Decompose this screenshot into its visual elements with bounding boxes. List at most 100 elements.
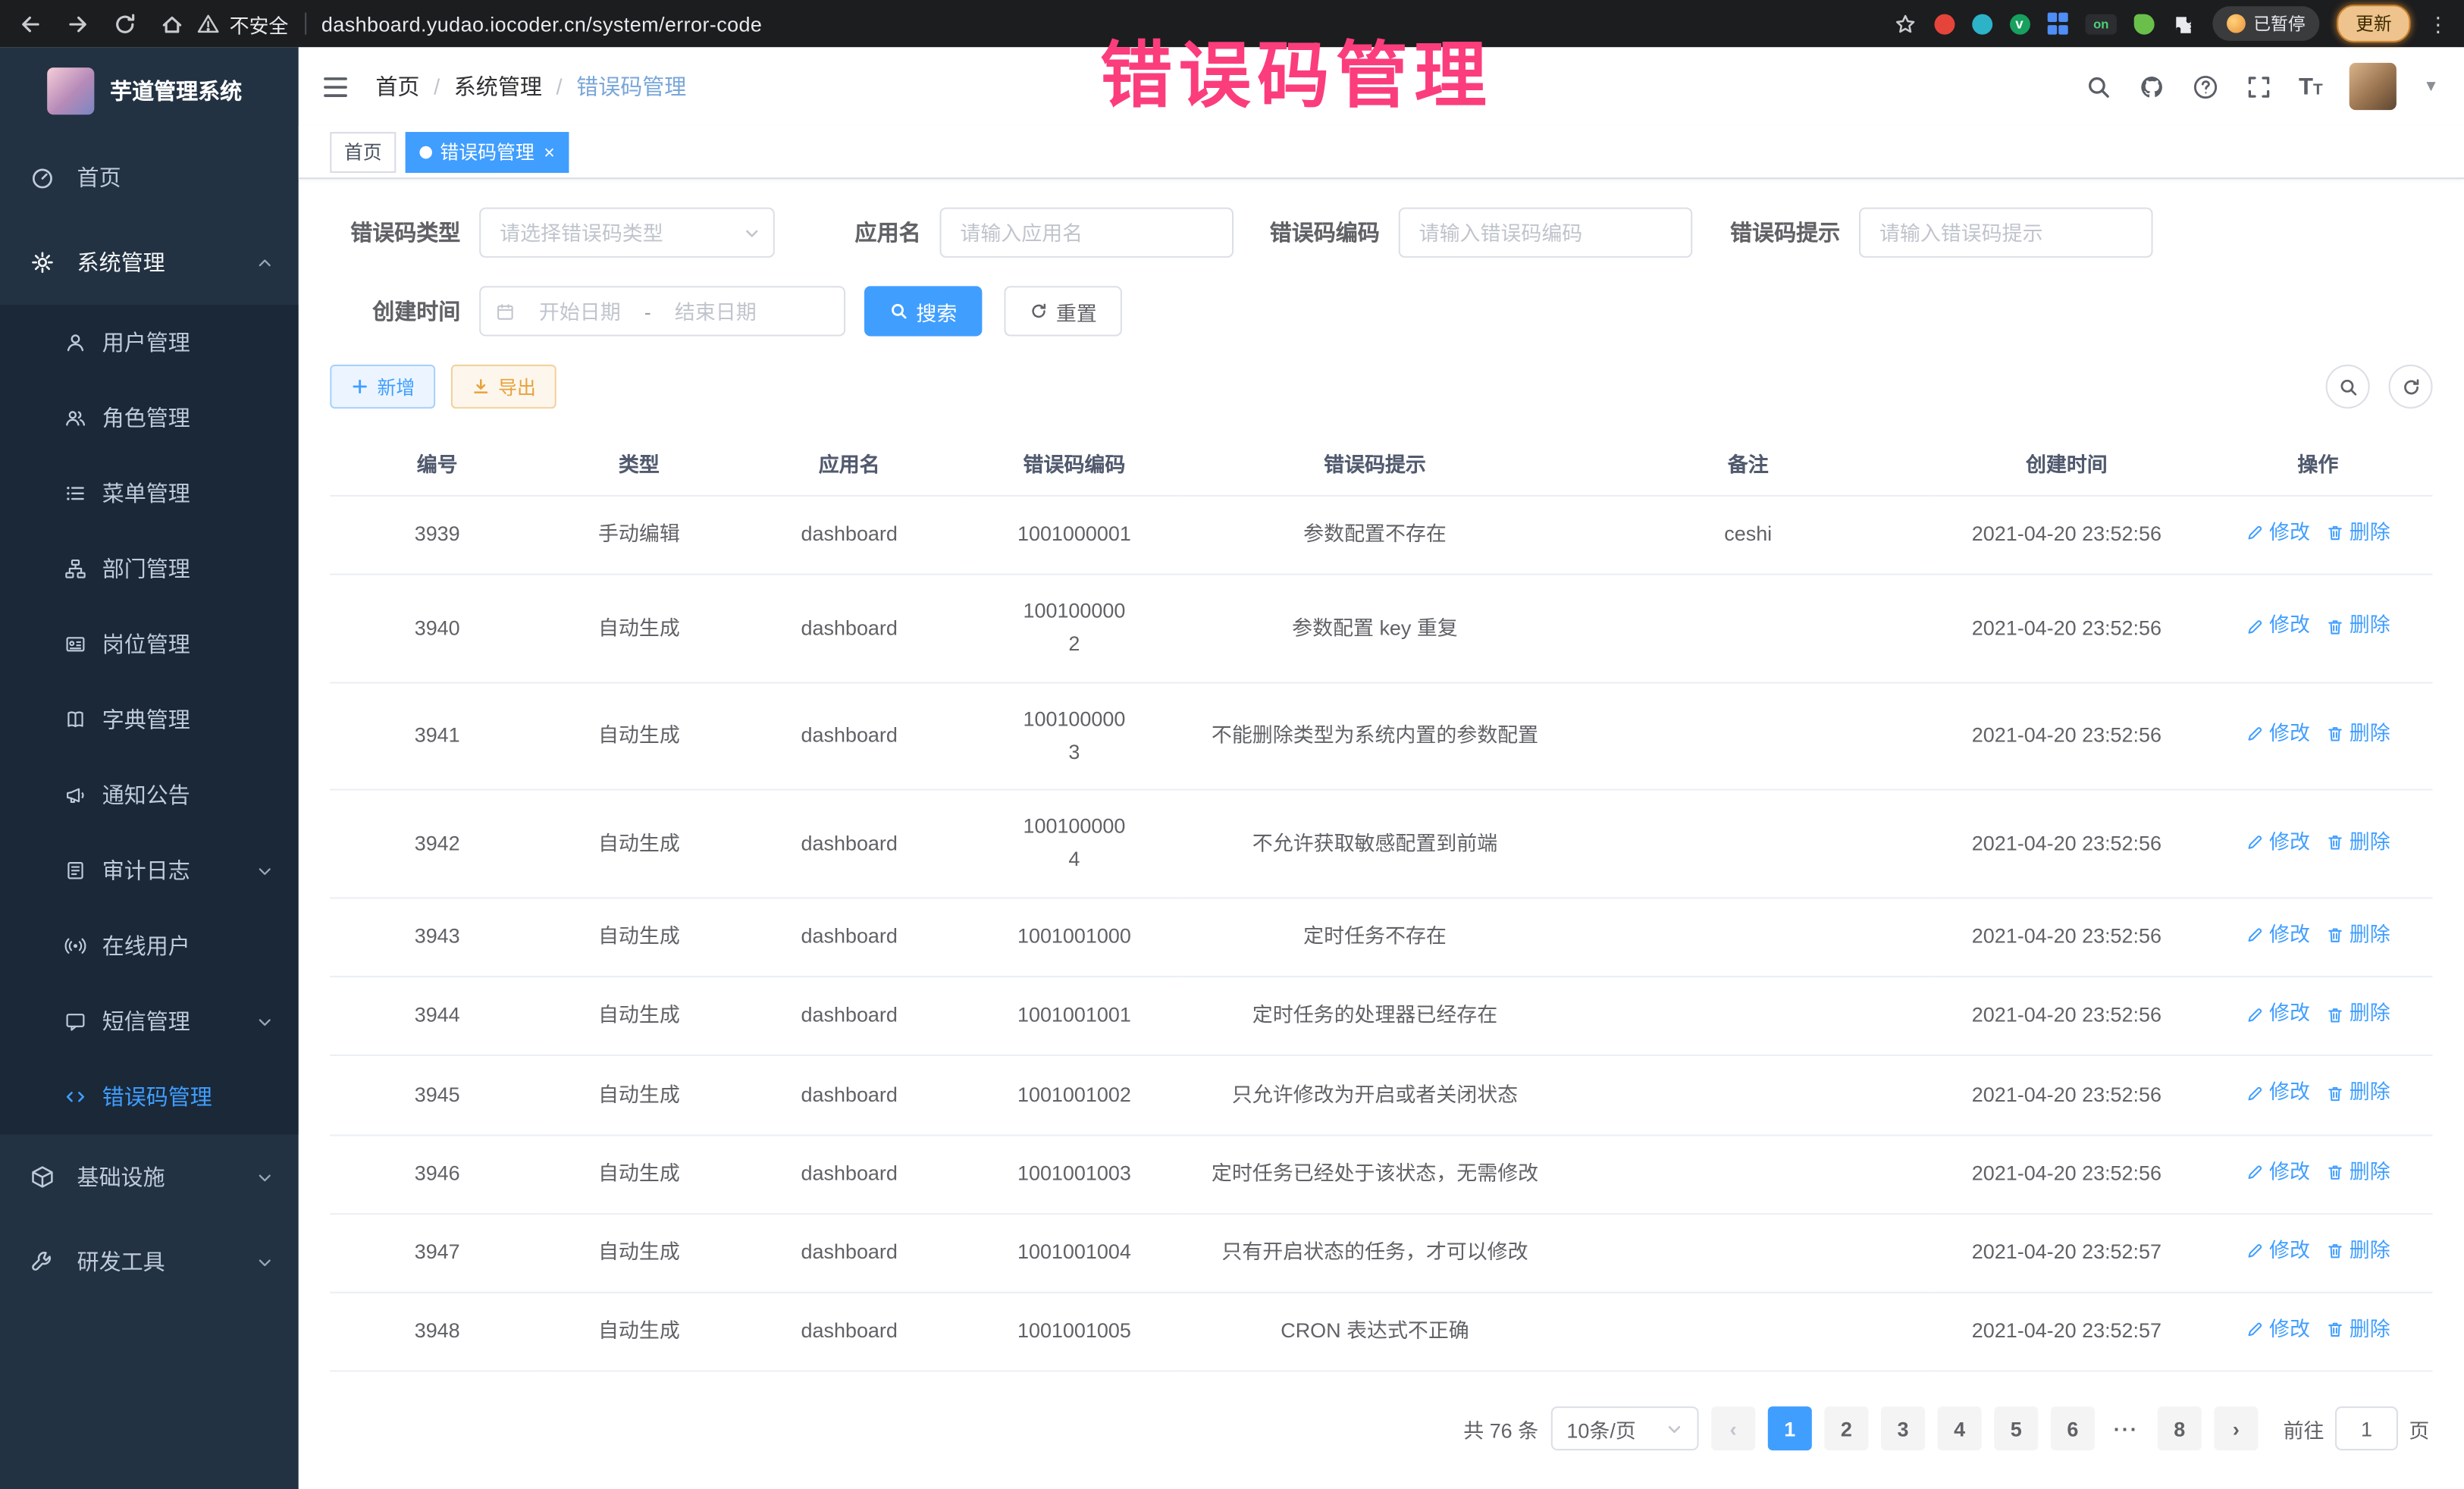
export-button[interactable]: 导出 [451, 365, 556, 409]
sidebar-item-roles[interactable]: 角色管理 [0, 381, 299, 456]
reset-button[interactable]: 重置 [1004, 286, 1121, 336]
hamburger-icon[interactable] [321, 71, 350, 101]
bookmark-star-icon[interactable] [1893, 12, 1917, 36]
search-icon[interactable] [2085, 73, 2111, 99]
cell-hint: 不允许获取敏感配置到前端 [1183, 790, 1566, 898]
goto-page-input[interactable] [2335, 1406, 2398, 1450]
sidebar-item-users[interactable]: 用户管理 [0, 305, 299, 380]
sidebar-item-audit-log[interactable]: 审计日志 [0, 833, 299, 908]
page-button-1[interactable]: 1 [1768, 1406, 1812, 1450]
page-button-2[interactable]: 2 [1824, 1406, 1868, 1450]
caret-down-icon[interactable]: ▼ [2423, 78, 2439, 96]
edit-link[interactable]: 修改 [2246, 517, 2310, 550]
delete-link[interactable]: 删除 [2326, 517, 2390, 550]
edit-link[interactable]: 修改 [2246, 998, 2310, 1030]
page-button-5[interactable]: 5 [1994, 1406, 2038, 1450]
edit-link[interactable]: 修改 [2246, 1235, 2310, 1268]
extensions-puzzle-icon[interactable] [2171, 12, 2195, 36]
edit-link[interactable]: 修改 [2246, 1156, 2310, 1189]
edit-link[interactable]: 修改 [2246, 919, 2310, 951]
page-button-8[interactable]: 8 [2158, 1406, 2202, 1450]
cell-remark [1566, 977, 1930, 1056]
sidebar-item-dev-tools[interactable]: 研发工具 [0, 1219, 299, 1304]
cell-app: dashboard [734, 898, 965, 976]
toggle-search-button[interactable] [2326, 365, 2370, 409]
extension-icon-grid[interactable] [2047, 13, 2068, 34]
sidebar-item-error-code[interactable]: 错误码管理 [0, 1059, 299, 1134]
sidebar-item-label: 系统管理 [77, 246, 165, 277]
page-size-select[interactable]: 10条/页 [1551, 1406, 1699, 1450]
error-type-select[interactable] [479, 208, 775, 258]
sidebar-item-notices[interactable]: 通知公告 [0, 757, 299, 832]
page-button-6[interactable]: 6 [2051, 1406, 2095, 1450]
start-date-input[interactable] [523, 299, 636, 323]
close-icon[interactable]: × [544, 141, 555, 163]
font-size-icon[interactable]: TT [2299, 74, 2323, 98]
home-icon[interactable] [160, 12, 183, 36]
user-avatar[interactable] [2350, 63, 2397, 110]
delete-link[interactable]: 删除 [2326, 1314, 2390, 1346]
error-type-select-input[interactable] [479, 208, 775, 258]
delete-link[interactable]: 删除 [2326, 998, 2390, 1030]
sidebar-item-sms[interactable]: 短信管理 [0, 984, 299, 1059]
delete-label: 删除 [2350, 826, 2390, 858]
search-button[interactable]: 搜索 [864, 286, 982, 336]
extension-icon-teal[interactable] [1971, 14, 1992, 34]
sidebar-item-label: 用户管理 [102, 327, 190, 358]
error-hint-input[interactable] [1859, 208, 2153, 258]
extension-icon-red[interactable] [1933, 14, 1954, 34]
sidebar-item-infrastructure[interactable]: 基础设施 [0, 1134, 299, 1219]
sidebar-item-home[interactable]: 首页 [0, 135, 299, 220]
delete-link[interactable]: 删除 [2326, 826, 2390, 858]
page-button-4[interactable]: 4 [1938, 1406, 1982, 1450]
page-button-3[interactable]: 3 [1881, 1406, 1925, 1450]
extension-icon-leaf[interactable] [2134, 14, 2155, 34]
cell-created: 2021-04-20 23:52:56 [1930, 1056, 2204, 1135]
forward-icon[interactable] [66, 12, 89, 36]
security-indicator[interactable]: 不安全 [196, 8, 288, 38]
cell-hint: 定时任务的处理器已经存在 [1183, 977, 1566, 1056]
fullscreen-icon[interactable] [2245, 73, 2271, 99]
github-icon[interactable] [2139, 73, 2165, 99]
back-icon[interactable] [19, 12, 42, 36]
more-pages-icon[interactable]: ··· [2107, 1417, 2145, 1440]
refresh-button[interactable] [2389, 365, 2433, 409]
edit-link[interactable]: 修改 [2246, 610, 2310, 643]
breadcrumb-home[interactable]: 首页 [375, 71, 419, 102]
edit-link[interactable]: 修改 [2246, 826, 2310, 858]
edit-link[interactable]: 修改 [2246, 718, 2310, 751]
end-date-input[interactable] [659, 299, 772, 323]
update-button[interactable]: 更新 [2337, 5, 2410, 42]
error-code-input[interactable] [1399, 208, 1693, 258]
tab-home[interactable]: 首页 [330, 131, 396, 172]
tab-error-code[interactable]: 错误码管理 × [406, 131, 569, 172]
sidebar-item-menus[interactable]: 菜单管理 [0, 456, 299, 531]
delete-link[interactable]: 删除 [2326, 1077, 2390, 1110]
sidebar-item-departments[interactable]: 部门管理 [0, 531, 299, 607]
delete-link[interactable]: 删除 [2326, 1156, 2390, 1189]
paused-badge[interactable]: 已暂停 [2212, 6, 2319, 41]
delete-link[interactable]: 删除 [2326, 610, 2390, 643]
extension-icon-green[interactable]: v [2009, 14, 2030, 34]
url-text[interactable]: dashboard.yudao.iocoder.cn/system/error-… [321, 12, 762, 36]
prev-page-button[interactable]: ‹ [1711, 1406, 1755, 1450]
reload-icon[interactable] [113, 12, 136, 36]
browser-menu-icon[interactable]: ⋮ [2428, 14, 2448, 34]
extension-icon-on[interactable]: on [2085, 14, 2116, 34]
sidebar-item-system[interactable]: 系统管理 [0, 220, 299, 305]
date-range-picker[interactable]: - [479, 286, 845, 336]
edit-link[interactable]: 修改 [2246, 1077, 2310, 1110]
sidebar-item-dictionary[interactable]: 字典管理 [0, 682, 299, 757]
next-page-button[interactable]: › [2214, 1406, 2258, 1450]
delete-link[interactable]: 删除 [2326, 1235, 2390, 1268]
delete-link[interactable]: 删除 [2326, 718, 2390, 751]
help-icon[interactable] [2192, 73, 2218, 99]
app-name-input[interactable] [939, 208, 1234, 258]
signal-icon [63, 933, 88, 958]
breadcrumb-system[interactable]: 系统管理 [454, 71, 542, 102]
add-button[interactable]: 新增 [330, 365, 435, 409]
edit-link[interactable]: 修改 [2246, 1314, 2310, 1346]
delete-link[interactable]: 删除 [2326, 919, 2390, 951]
sidebar-item-posts[interactable]: 岗位管理 [0, 607, 299, 682]
sidebar-item-online-users[interactable]: 在线用户 [0, 908, 299, 983]
